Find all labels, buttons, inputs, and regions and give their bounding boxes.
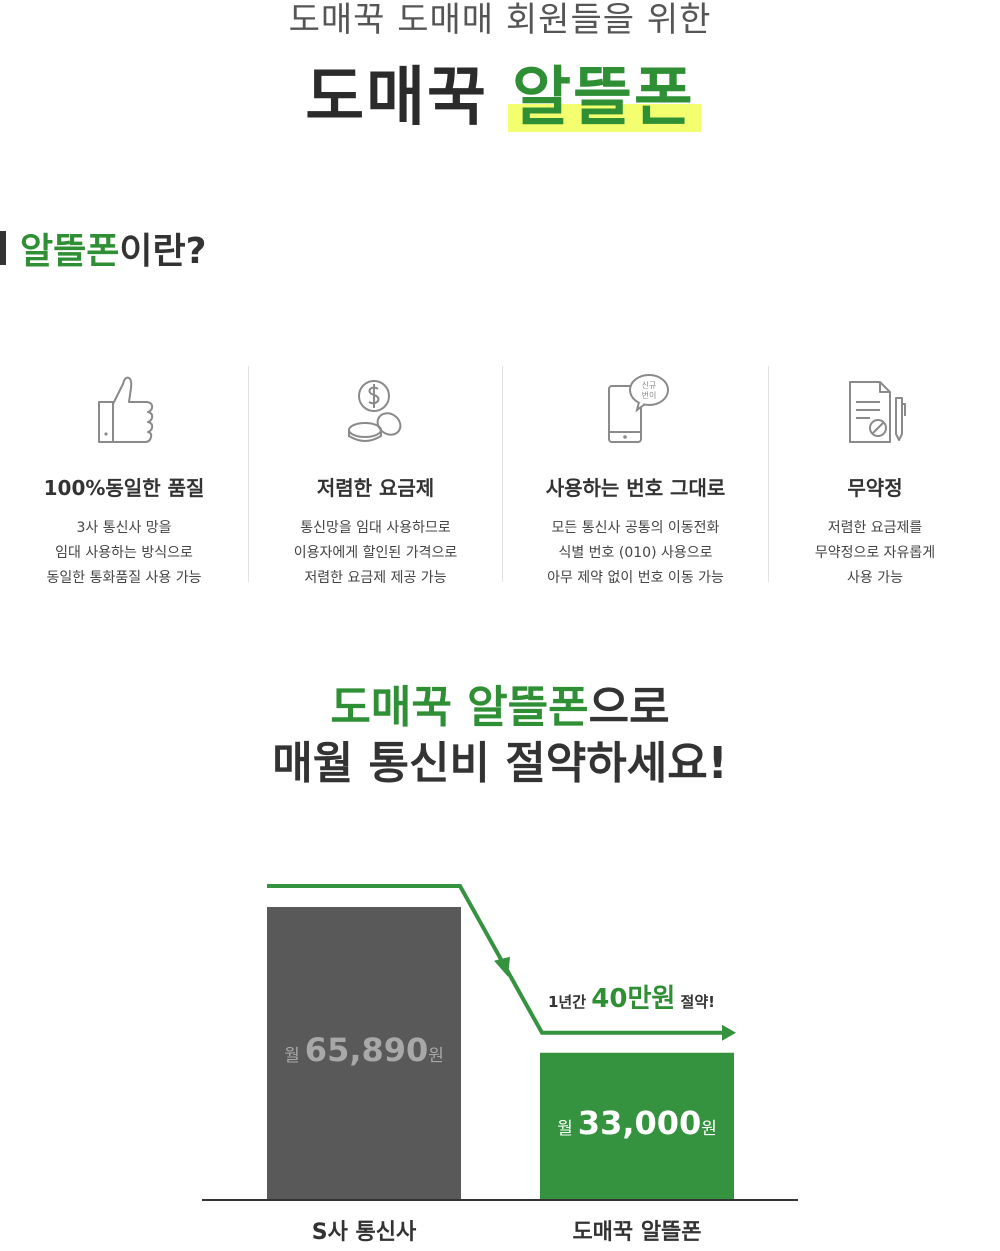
section-title-highlight: 알뜰폰 [20,231,120,272]
arrow-head [722,1024,736,1041]
feature-desc-line: 아무 제약 없이 번호 이동 가능 [547,570,724,586]
bar-value-number: 65,890 [304,1031,429,1069]
coins-icon [347,380,401,442]
feature-desc-line: 사용 가능 [847,570,903,586]
feature-desc-line: 동일한 통화품질 사용 가능 [46,570,202,586]
phone-bubble-line: 번이 [641,390,656,400]
feature-title: 사용하는 번호 그대로 [545,476,726,500]
feature-desc-line: 통신망을 임대 사용하므로 [300,520,451,536]
savings-title-rest: 으로 [588,682,670,733]
feature-desc-line: 식별 번호 (010) 사용으로 [558,545,713,561]
feature-item-quality: 100%동일한 품질 3사 통신사 망을 임대 사용하는 방식으로 동일한 통화… [0,366,248,586]
phone-number-icon: 신규 번이 [607,374,669,443]
feature-desc: 3사 통신사 망을 임대 사용하는 방식으로 동일한 통화품질 사용 가능 [0,516,248,591]
hero-title-highlight: 알뜰폰 [508,61,701,135]
savings-title-line2: 매월 통신비 절약하세요! [272,738,728,789]
section-header: 알뜰폰이란? [0,226,207,272]
phone-bubble-line: 신규 [641,381,656,390]
feature-desc-line: 저렴한 요금제 제공 가능 [304,570,447,586]
annotation-before: 1년간 [548,993,587,1011]
annotation-after: 절약! [680,993,715,1011]
bar-value-label: 월 33,000원 [540,1104,734,1142]
feature-desc-line: 무약정으로 자유롭게 [814,545,936,561]
savings-annotation: 1년간 40만원 절약! [548,978,715,1015]
feature-desc-line: 모든 통신사 공통의 이동전화 [551,520,720,536]
feature-desc-line: 저렴한 요금제를 [827,520,923,536]
feature-title: 무약정 [847,476,903,500]
thumbs-up-icon [98,376,154,443]
bar-value-prefix: 월 [557,1118,573,1139]
feature-item-price: 저렴한 요금제 통신망을 임대 사용하므로 이용자에게 할인된 가격으로 저렴한… [249,366,502,586]
bar-value-number: 33,000 [577,1103,702,1142]
feature-list: 100%동일한 품질 3사 통신사 망을 임대 사용하는 방식으로 동일한 통화… [0,366,1000,586]
bar-value-suffix: 원 [701,1118,717,1139]
bar-category-label: S사 통신사 [311,1220,417,1245]
feature-desc-line: 임대 사용하는 방식으로 [55,545,193,561]
feature-desc: 통신망을 임대 사용하므로 이용자에게 할인된 가격으로 저렴한 요금제 제공 … [249,516,502,591]
savings-title: 도매꾹 알뜰폰으로 매월 통신비 절약하세요! [0,680,1000,792]
savings-title-line1: 도매꾹 알뜰폰으로 [0,680,1000,736]
contract-cancel-icon [849,381,906,443]
annotation-highlight: 40만원 [591,984,676,1014]
feature-item-no-contract: 무약정 저렴한 요금제를 무약정으로 자유롭게 사용 가능 [769,366,981,586]
bar-category-label: 도매꾹 알뜰폰 [572,1220,702,1245]
feature-desc-line: 3사 통신사 망을 [76,520,172,536]
feature-desc-line: 이용자에게 할인된 가격으로 [293,545,458,561]
savings-title-highlight: 도매꾹 알뜰폰 [330,682,589,733]
hero-subtitle: 도매꾹 도매매 회원들을 위한 [288,0,712,40]
section-title: 알뜰폰이란? [20,222,207,274]
bar-value-label: 월 65,890원 [267,1031,461,1069]
feature-desc: 저렴한 요금제를 무약정으로 자유롭게 사용 가능 [769,516,981,591]
arrow-head-mid [494,956,510,977]
savings-chart: 월 65,890원 월 33,000원 1년간 40만원 절약! S사 통신사 … [0,870,1000,1251]
savings-chart-svg [202,884,798,1201]
bar-value-suffix: 원 [428,1046,444,1066]
feature-desc: 모든 통신사 공통의 이동전화 식별 번호 (010) 사용으로 아무 제약 없… [503,516,768,591]
feature-title: 저렴한 요금제 [316,476,435,500]
section-bar [0,231,6,265]
hero-title-main: 도매꾹 [305,61,488,135]
hero-title: 도매꾹 알뜰폰 [0,62,1000,134]
bar-value-prefix: 월 [284,1046,300,1066]
feature-item-number: 신규 번이 사용하는 번호 그대로 모든 통신사 공통의 이동전화 식별 번호 … [503,366,768,586]
feature-title: 100%동일한 품질 [43,476,205,500]
section-title-rest: 이란? [119,231,207,272]
